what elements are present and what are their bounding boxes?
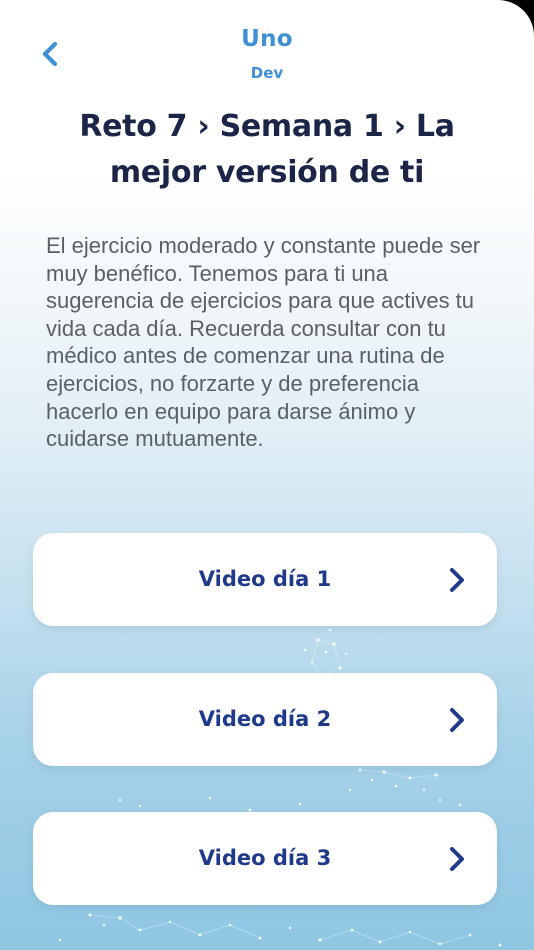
top-nav-bar: Uno Dev (0, 24, 534, 94)
video-day-3-label: Video día 3 (198, 846, 332, 870)
video-day-3-button[interactable]: Video día 3 (33, 812, 497, 905)
app-title: Uno (241, 26, 293, 52)
page-title: Reto 7 › Semana 1 › La mejor versión de … (79, 109, 455, 190)
page-description: El ejercicio moderado y constante puede … (46, 233, 481, 452)
chevron-right-icon (450, 708, 464, 732)
video-day-2-label: Video día 2 (198, 707, 332, 731)
chevron-right-icon (450, 568, 464, 592)
video-day-1-button[interactable]: Video día 1 (33, 533, 497, 626)
app-screen: Uno Dev Reto 7 › Semana 1 › La mejor ver… (0, 0, 534, 950)
environment-label: Dev (250, 64, 284, 82)
chevron-right-icon (450, 847, 464, 871)
video-day-2-button[interactable]: Video día 2 (33, 673, 497, 766)
video-day-1-label: Video día 1 (198, 567, 332, 591)
